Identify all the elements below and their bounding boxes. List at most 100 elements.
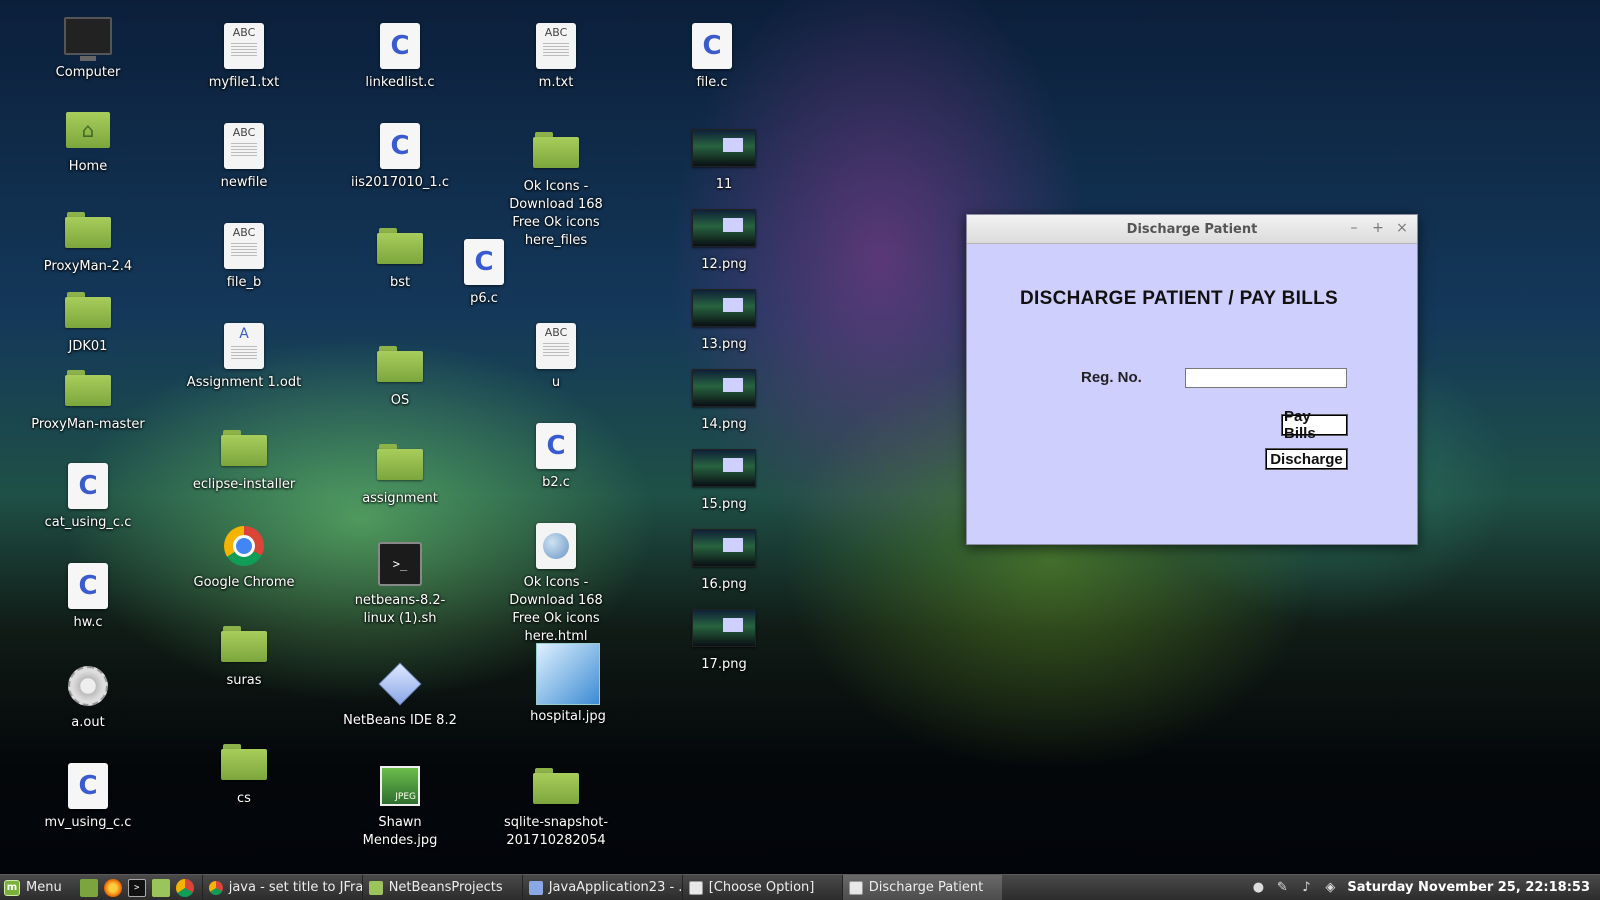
icon-label: cs [237, 791, 251, 806]
desktop-icon-file-c[interactable]: C file.c [652, 22, 772, 92]
files-folder-icon[interactable] [151, 878, 170, 897]
folder-icon [376, 222, 424, 270]
task-label: java - set title to JFra... [228, 880, 362, 895]
desktop-icon-sqlite-snapshot[interactable]: sqlite-snapshot-201710282054 [496, 762, 616, 850]
desktop-icon-proxyman-master[interactable]: ProxyMan-master [28, 364, 148, 434]
window-title: Discharge Patient [1126, 221, 1258, 237]
task-java-set-title[interactable]: java - set title to JFra... [201, 875, 362, 900]
user-icon[interactable]: ● [1251, 880, 1265, 895]
network-icon[interactable]: ✎ [1275, 880, 1289, 895]
desktop-icon-google-chrome[interactable]: Google Chrome [184, 522, 304, 592]
desktop-icon-mv-using-c[interactable]: C mv_using_c.c [28, 762, 148, 832]
desktop-icon-netbeans-ide[interactable]: NetBeans IDE 8.2 [340, 660, 460, 730]
window-list: java - set title to JFra... NetBeansProj… [201, 875, 1002, 900]
desktop-icon-hospital-jpg[interactable]: hospital.jpg [508, 643, 628, 726]
desktop-icon-cs[interactable]: cs [184, 738, 304, 808]
desktop-icon-u[interactable]: ABC u [496, 322, 616, 392]
desktop-icon-os[interactable]: OS [340, 340, 460, 410]
screenshot-thumbnail-icon [692, 604, 756, 652]
show-desktop-icon[interactable] [79, 878, 98, 897]
icon-label: newfile [220, 175, 268, 190]
icon-label: iis2017010_1.c [351, 175, 449, 190]
desktop-icon-16-png[interactable]: 16.png [664, 524, 784, 594]
desktop-icon-15-png[interactable]: 15.png [664, 444, 784, 514]
screenshot-thumbnail-icon [692, 364, 756, 412]
desktop-icon-suras[interactable]: suras [184, 620, 304, 690]
menu-button[interactable]: m Menu [0, 875, 72, 900]
window-titlebar[interactable]: Discharge Patient – + × [967, 215, 1417, 244]
icon-label: netbeans-8.2-linux (1).sh [354, 593, 446, 626]
screenshot-thumbnail-icon [692, 284, 756, 332]
icon-label: 14.png [701, 417, 747, 432]
task-netbeansprojects[interactable]: NetBeansProjects [361, 875, 522, 900]
chrome-icon[interactable] [175, 878, 194, 897]
c-source-file-icon: C [532, 422, 580, 470]
icon-label: p6.c [470, 291, 498, 306]
terminal-script-icon: >_ [376, 540, 424, 588]
icon-label: ProxyMan-master [31, 417, 145, 432]
desktop-icon-proxyman-2-4[interactable]: ProxyMan-2.4 [28, 206, 148, 276]
desktop-icon-hw-c[interactable]: C hw.c [28, 562, 148, 632]
desktop-icon-assignment1-odt[interactable]: A Assignment 1.odt [184, 322, 304, 392]
desktop-icon-shawn-mendes-jpg[interactable]: JPEG Shawn Mendes.jpg [340, 762, 460, 850]
icon-label: Google Chrome [193, 575, 295, 590]
task-javaapplication23[interactable]: JavaApplication23 - ... [521, 875, 682, 900]
desktop-icon-linkedlist-c[interactable]: C linkedlist.c [340, 22, 460, 92]
desktop-icon-iis2017010-1-c[interactable]: C iis2017010_1.c [340, 122, 460, 192]
desktop-icon-cat-using-c[interactable]: C cat_using_c.c [28, 462, 148, 532]
c-source-file-icon: C [376, 122, 424, 170]
text-file-icon: ABC [532, 322, 580, 370]
desktop-icon-home[interactable]: ⌂ Home [28, 106, 148, 176]
desktop-icon-ok-icons-files[interactable]: Ok Icons - Download 168 Free Ok icons he… [496, 126, 616, 250]
document-icon: A [220, 322, 268, 370]
desktop-icon-b2-c[interactable]: C b2.c [496, 422, 616, 492]
task-choose-option[interactable]: [Choose Option] [681, 875, 842, 900]
desktop-icon-13-png[interactable]: 13.png [664, 284, 784, 354]
icon-label: 11 [715, 177, 733, 192]
reg-no-label: Reg. No. [1081, 369, 1142, 386]
volume-icon[interactable]: ♪ [1299, 880, 1313, 895]
task-label: NetBeansProjects [388, 880, 503, 895]
chrome-icon [208, 880, 223, 895]
discharge-patient-window: Discharge Patient – + × DISCHARGE PATIEN… [966, 214, 1418, 545]
icon-label: OS [390, 393, 410, 408]
desktop-icon-m-txt[interactable]: ABC m.txt [496, 22, 616, 92]
desktop-icon-assignment[interactable]: assignment [340, 438, 460, 508]
icon-label: Home [68, 159, 108, 174]
desktop-icon-12-png[interactable]: 12.png [664, 204, 784, 274]
maximize-icon[interactable]: + [1371, 219, 1385, 237]
desktop-icon-17-png[interactable]: 17.png [664, 604, 784, 674]
minimize-icon[interactable]: – [1347, 219, 1361, 237]
reg-no-input[interactable] [1185, 368, 1347, 388]
terminal-icon[interactable]: > [127, 878, 146, 897]
icon-label: bst [389, 275, 411, 290]
java-icon [848, 880, 863, 895]
clock[interactable]: Saturday November 25, 22:18:53 [1347, 880, 1590, 895]
desktop-icon-eclipse-installer[interactable]: eclipse-installer [184, 424, 304, 494]
task-discharge-patient[interactable]: Discharge Patient [841, 875, 1002, 900]
desktop-icon-a-out[interactable]: a.out [28, 662, 148, 732]
icon-label: Ok Icons - Download 168 Free Ok icons he… [509, 179, 603, 248]
desktop-icon-ok-icons-html[interactable]: Ok Icons - Download 168 Free Ok icons he… [496, 522, 616, 646]
c-source-file-icon: C [688, 22, 736, 70]
java-icon [688, 880, 703, 895]
desktop-icon-jdk01[interactable]: JDK01 [28, 286, 148, 356]
task-label: JavaApplication23 - ... [548, 880, 682, 895]
desktop-icon-file-b[interactable]: ABC file_b [184, 222, 304, 292]
desktop-icon-newfile[interactable]: ABC newfile [184, 122, 304, 192]
shield-icon[interactable]: ◈ [1323, 880, 1337, 895]
desktop-icon-14-png[interactable]: 14.png [664, 364, 784, 434]
form-heading: DISCHARGE PATIENT / PAY BILLS [1020, 288, 1339, 309]
desktop-icon-computer[interactable]: Computer [28, 12, 148, 82]
discharge-button[interactable]: Discharge [1265, 448, 1348, 470]
icon-label: assignment [362, 491, 438, 506]
icon-label: u [551, 375, 561, 390]
text-file-icon: ABC [220, 222, 268, 270]
desktop-icon-myfile1[interactable]: ABC myfile1.txt [184, 22, 304, 92]
close-icon[interactable]: × [1395, 219, 1409, 237]
desktop-icon-netbeans-sh[interactable]: >_ netbeans-8.2-linux (1).sh [340, 540, 460, 628]
folder-icon [64, 364, 112, 412]
firefox-icon[interactable] [103, 878, 122, 897]
desktop-icon-11[interactable]: 11 [664, 124, 784, 194]
pay-bills-button[interactable]: Pay Bills [1281, 408, 1348, 442]
